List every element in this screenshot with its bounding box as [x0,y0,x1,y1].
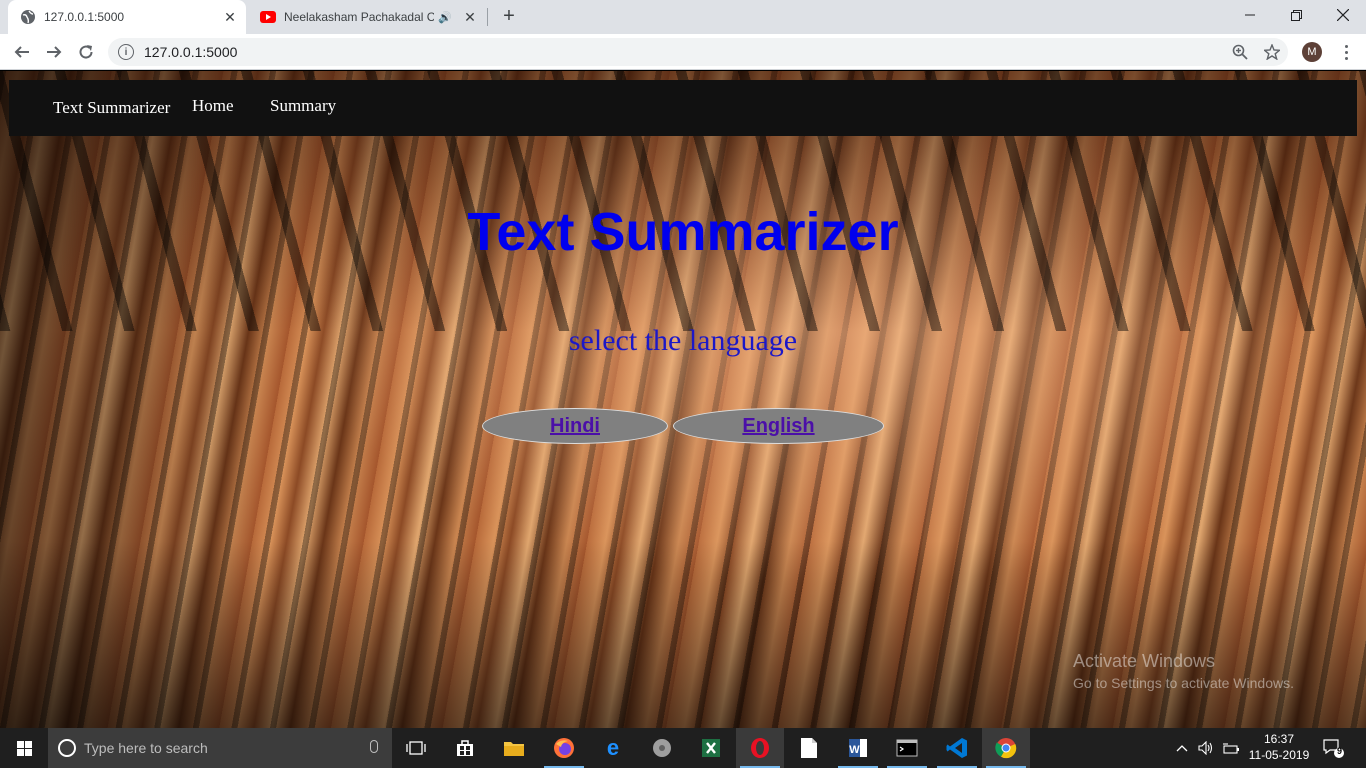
start-button[interactable] [0,728,48,768]
back-arrow-icon[interactable] [8,38,36,66]
watermark-subtitle: Go to Settings to activate Windows. [1073,675,1294,691]
taskbar-search[interactable]: Type here to search [48,728,392,768]
page-title: Text Summarizer [467,202,899,262]
windows-logo-icon [16,740,32,756]
profile-initial: M [1307,46,1317,58]
reload-icon[interactable] [72,38,100,66]
watermark-title: Activate Windows [1073,651,1216,671]
vscode-icon[interactable] [933,728,981,768]
hindi-button-label: Hindi [550,414,600,437]
notepad-icon[interactable] [785,728,833,768]
tab-localhost[interactable]: 127.0.0.1:5000 ✕ [8,0,246,34]
volume-icon[interactable] [1198,728,1214,768]
browser-toolbar: i 127.0.0.1:5000 [0,34,1366,70]
excel-icon[interactable] [687,728,735,768]
close-icon[interactable]: ✕ [220,7,240,27]
background-shade [0,541,1366,728]
tab-title: 127.0.0.1:5000 [44,10,125,24]
clock-date: 11-05-2019 [1248,748,1310,762]
zoom-icon[interactable] [1226,38,1254,66]
chevron-up-icon[interactable] [1176,728,1188,768]
search-placeholder: Type here to search [84,740,208,756]
forward-arrow-icon[interactable] [40,38,68,66]
svg-text:e: e [607,737,619,759]
close-icon[interactable]: ✕ [460,7,480,27]
site-navbar: Text Summarizer Home Summary [9,80,1357,136]
english-button-label: English [742,414,815,437]
nav-link-home[interactable]: Home [192,96,234,116]
english-button[interactable]: English [673,408,884,444]
close-window-button[interactable] [1320,0,1366,30]
firefox-icon[interactable] [540,728,588,768]
youtube-icon [260,9,276,25]
clock-time: 16:37 [1263,732,1295,746]
file-explorer-icon[interactable] [490,728,538,768]
page-subtitle: select the language [568,324,798,357]
url-text: 127.0.0.1:5000 [144,44,238,60]
globe-icon [20,9,36,25]
taskbar-clock[interactable]: 16:37 11-05-2019 [1246,731,1312,763]
minimize-button[interactable] [1227,0,1273,30]
notification-count: 9 [1336,746,1342,756]
edge-icon[interactable]: e [589,728,637,768]
battery-network-icon[interactable] [1222,728,1240,768]
windows-taskbar: Type here to search e W 16:37 11-05-2019… [0,728,1366,768]
browser-tab-strip: 127.0.0.1:5000 ✕ Neelakasham Pachakadal … [0,0,1366,34]
microsoft-store-icon[interactable] [441,728,489,768]
tab-title: Neelakasham Pachakadal Ch [284,10,435,24]
info-icon[interactable]: i [118,44,134,60]
activate-windows-watermark: Activate Windows Go to Settings to activ… [1073,651,1294,691]
svg-text:W: W [849,744,860,756]
opera-icon[interactable] [736,728,784,768]
profile-avatar[interactable]: M [1302,42,1322,62]
menu-kebab-icon[interactable] [1336,40,1356,64]
terminal-icon[interactable] [883,728,931,768]
hindi-button[interactable]: Hindi [482,408,668,444]
page-viewport: Text Summarizer Home Summary Text Summar… [0,71,1366,728]
address-bar[interactable]: i 127.0.0.1:5000 [108,38,1288,66]
bookmark-star-icon[interactable] [1258,38,1286,66]
task-view-icon[interactable] [392,728,440,768]
tab-divider [487,8,488,26]
tab-youtube[interactable]: Neelakasham Pachakadal Ch 🔊 ✕ [250,0,486,34]
new-tab-button[interactable]: + [496,5,522,29]
chrome-icon[interactable] [982,728,1030,768]
navbar-brand[interactable]: Text Summarizer [53,98,170,118]
cortana-icon [58,739,76,757]
action-center-icon[interactable]: 9 [1322,738,1344,758]
media-player-icon[interactable] [638,728,686,768]
restore-button[interactable] [1273,0,1319,30]
speaker-icon[interactable]: 🔊 [438,11,452,24]
microphone-icon[interactable] [370,740,378,753]
word-icon[interactable]: W [834,728,882,768]
nav-link-summary[interactable]: Summary [270,96,336,116]
